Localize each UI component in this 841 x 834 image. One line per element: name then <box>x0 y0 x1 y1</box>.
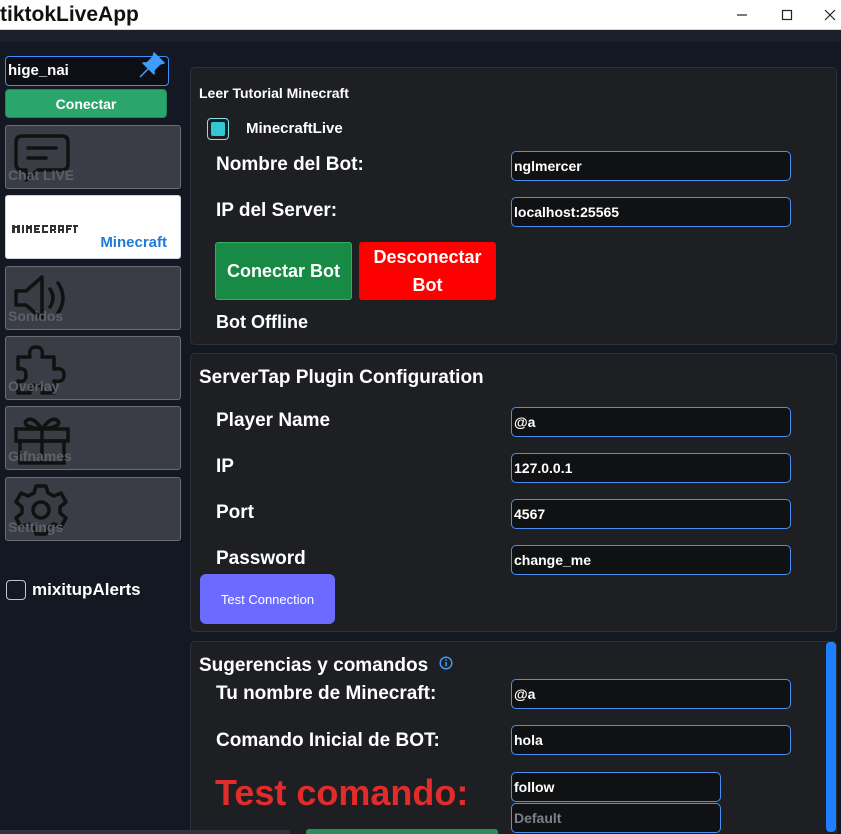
bot-name-field[interactable]: nglmercer <box>511 151 791 181</box>
password-label: Password <box>216 548 306 569</box>
default-select[interactable]: Default <box>511 803 721 833</box>
close-icon <box>824 9 836 21</box>
port-field[interactable]: 4567 <box>511 499 791 529</box>
commands-title: Sugerencias y comandos <box>199 655 429 676</box>
sidebar-item-label: Settings <box>8 519 64 535</box>
sidebar-item-overlay[interactable]: Overlay <box>5 336 181 400</box>
minecraft-live-label: MinecraftLive <box>246 120 343 137</box>
server-ip-label: IP del Server: <box>216 200 338 221</box>
player-name-label: Player Name <box>216 410 331 431</box>
sidebar-item-chat-live[interactable]: Chat LIVE <box>5 125 181 189</box>
sidebar-item-minecraft[interactable]: Minecraft <box>5 195 181 259</box>
connect-bot-button[interactable]: Conectar Bot <box>215 242 352 300</box>
minecraft-live-checkbox[interactable] <box>207 118 229 140</box>
app-title: tiktokLiveApp <box>0 3 139 26</box>
top-strip <box>0 30 841 42</box>
info-icon[interactable] <box>439 656 453 670</box>
test-connection-button[interactable]: Test Connection <box>200 574 335 624</box>
servertap-title: ServerTap Plugin Configuration <box>199 367 484 388</box>
password-field[interactable]: change_me <box>511 545 791 575</box>
sidebar-item-label: Gifnames <box>8 448 72 464</box>
initial-command-field[interactable]: hola <box>511 725 791 755</box>
connect-button[interactable]: Conectar <box>5 89 167 118</box>
bot-name-label: Nombre del Bot: <box>216 154 364 175</box>
ip-label: IP <box>216 456 234 477</box>
sidebar-item-settings[interactable]: Settings <box>5 477 181 541</box>
server-ip-field[interactable]: localhost:25565 <box>511 197 791 227</box>
mc-name-label: Tu nombre de Minecraft: <box>216 683 437 704</box>
sidebar-item-label: Overlay <box>8 378 60 394</box>
title-bar: tiktokLiveApp <box>0 0 841 30</box>
sidebar-item-label: Sonidos <box>8 308 64 324</box>
minecraft-logo-icon <box>10 223 78 235</box>
disconnect-bot-button[interactable]: Desconectar Bot <box>359 242 496 300</box>
sidebar-item-sonidos[interactable]: Sonidos <box>5 266 181 330</box>
minecraft-panel: Leer Tutorial Minecraft MinecraftLive No… <box>190 67 837 345</box>
maximize-icon <box>781 9 793 21</box>
minimize-icon <box>737 14 747 16</box>
mc-name-field[interactable]: @a <box>511 679 791 709</box>
pin-icon[interactable] <box>137 50 167 80</box>
port-label: Port <box>216 502 254 523</box>
bottom-edge <box>0 830 290 834</box>
bottom-button-edge <box>306 829 498 834</box>
sidebar-item-label: Chat LIVE <box>8 167 75 183</box>
tutorial-title[interactable]: Leer Tutorial Minecraft <box>199 85 349 101</box>
mixitup-label: mixitupAlerts <box>32 580 141 599</box>
minimize-button[interactable] <box>720 0 764 30</box>
sidebar-item-label: Minecraft <box>100 234 167 251</box>
servertap-panel: ServerTap Plugin Configuration Player Na… <box>190 353 837 632</box>
ip-field[interactable]: 127.0.0.1 <box>511 453 791 483</box>
close-button[interactable] <box>808 0 841 30</box>
player-name-field[interactable]: @a <box>511 407 791 437</box>
initial-command-label: Comando Inicial de BOT: <box>216 730 440 751</box>
test-command-field[interactable]: follow <box>511 772 721 802</box>
commands-panel: Sugerencias y comandos Tu nombre de Mine… <box>190 641 837 834</box>
test-command-label: Test comando: <box>215 772 469 813</box>
sidebar-item-gifnames[interactable]: Gifnames <box>5 406 181 470</box>
mixitup-checkbox[interactable] <box>6 580 26 600</box>
maximize-button[interactable] <box>765 0 809 30</box>
scrollbar[interactable] <box>826 642 836 832</box>
bot-status-text: Bot Offline <box>216 312 308 332</box>
